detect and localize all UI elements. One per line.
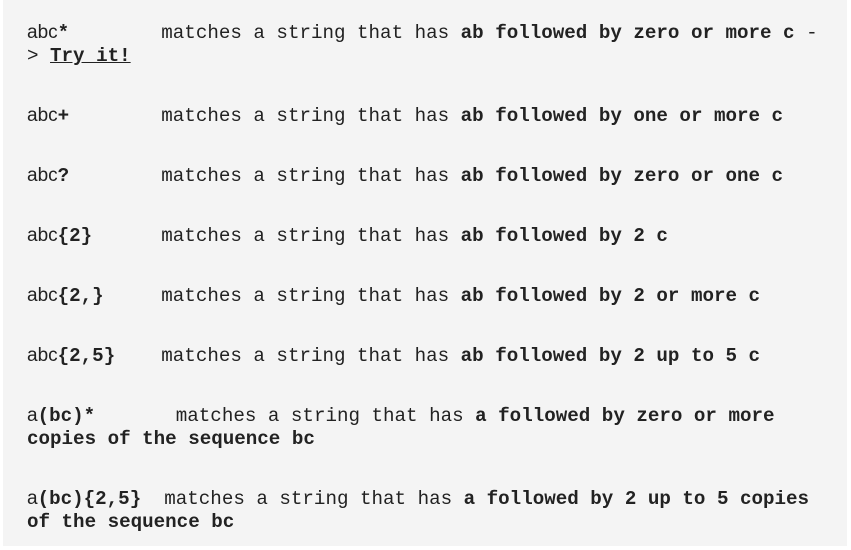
entry-group-range-2-5: a(bc){2,5} matches a string that has a f… [27,487,823,534]
pattern-operator: * [57,22,70,44]
description-emphasis: ab followed by 2 or more c [460,285,761,307]
pattern-operator: (bc){2,5} [37,488,142,510]
pattern-base: abc [27,22,58,43]
pattern-base: abc [27,105,58,126]
pattern-gap [104,285,162,307]
entry-abc-question: abc? matches a string that has ab follow… [27,164,823,188]
pattern-operator: {2,5} [57,345,116,367]
pattern-base: abc [27,285,58,306]
entry-abc-star: abc* matches a string that has ab follow… [27,21,823,68]
pattern-base: abc [27,345,58,366]
pattern-operator: {2} [57,225,93,247]
pattern-gap [92,225,161,247]
description-emphasis: ab followed by zero or more c [460,22,795,44]
pattern-base: abc [27,225,58,246]
description-text: matches a string that has [161,105,461,127]
pattern-gap [141,488,164,510]
pattern-gap [95,405,176,427]
description-text: matches a string that has [161,225,461,247]
description-emphasis: ab followed by one or more c [460,105,784,127]
pattern-base: a [27,405,38,426]
description-text: matches a string that has [161,165,461,187]
description-text: matches a string that has [175,405,476,427]
pattern-base: a [27,488,38,509]
entry-abc-exact-2: abc{2} matches a string that has ab foll… [27,224,823,248]
try-it-link[interactable]: Try it! [50,45,131,67]
description-text: matches a string that has [161,285,461,307]
pattern-gap [69,105,161,127]
pattern-gap [115,345,161,367]
pattern-base: abc [27,165,58,186]
description-text: matches a string that has [161,345,461,367]
description-text: matches a string that has [164,488,464,510]
pattern-operator: ? [57,165,70,187]
description-emphasis: ab followed by zero or one c [460,165,784,187]
description-emphasis: ab followed by 2 up to 5 c [460,345,761,367]
entry-group-star: a(bc)* matches a string that has a follo… [27,404,823,451]
pattern-gap [69,22,161,44]
entry-abc-range-2-5: abc{2,5} matches a string that has ab fo… [27,344,823,368]
pattern-operator: + [57,105,70,127]
regex-quantifier-code-block: abc* matches a string that has ab follow… [3,0,847,546]
entry-abc-min-2: abc{2,} matches a string that has ab fol… [27,284,823,308]
entry-abc-plus: abc+ matches a string that has ab follow… [27,104,823,128]
description-text: matches a string that has [161,22,461,44]
pattern-gap [69,165,161,187]
description-emphasis: ab followed by 2 c [460,225,668,247]
pattern-operator: {2,} [57,285,104,307]
pattern-operator: (bc)* [37,405,96,427]
